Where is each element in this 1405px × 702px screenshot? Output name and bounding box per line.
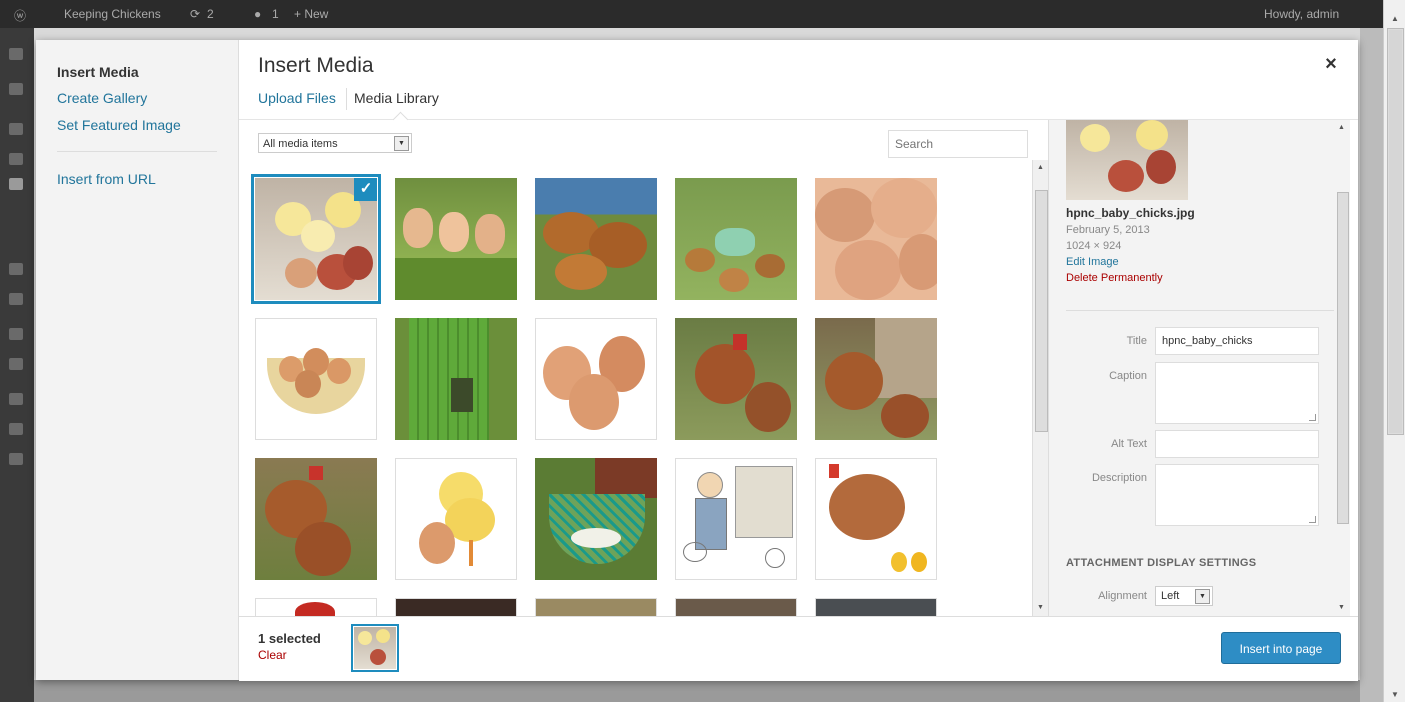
menu-separator (57, 151, 217, 152)
page-scrollbar[interactable]: ▲ ▼ (1383, 0, 1405, 702)
media-filter-value: All media items (263, 138, 338, 150)
attachment-date: February 5, 2013 (1066, 224, 1150, 236)
attachment-thumbnail[interactable] (395, 318, 517, 440)
details-divider (1066, 310, 1336, 311)
attachment-thumbnail[interactable] (255, 318, 377, 440)
attachment-dimensions: 1024 × 924 (1066, 240, 1122, 252)
attachment-thumbnail[interactable] (675, 458, 797, 580)
attachment-thumbnail[interactable] (395, 458, 517, 580)
attachment-thumbnail[interactable] (255, 458, 377, 580)
menu-item-set-featured-image[interactable]: Set Featured Image (57, 117, 181, 133)
attachment-thumbnail[interactable] (815, 178, 937, 300)
tab-upload-files[interactable]: Upload Files (258, 90, 336, 106)
admin-backdrop-right (1360, 28, 1383, 702)
comments-count[interactable]: 1 (272, 7, 279, 21)
close-icon[interactable]: × (1319, 50, 1343, 78)
attachment-thumbnail[interactable] (675, 598, 797, 616)
attachment-thumbnail[interactable] (535, 178, 657, 300)
alignment-label: Alignment (1098, 590, 1147, 602)
title-label: Title (1126, 335, 1147, 347)
delete-permanently-link[interactable]: Delete Permanently (1066, 272, 1163, 284)
menu-item-insert-from-url[interactable]: Insert from URL (57, 171, 156, 187)
menu-item-create-gallery[interactable]: Create Gallery (57, 90, 147, 106)
site-name-link[interactable]: Keeping Chickens (64, 7, 161, 21)
media-filter-select[interactable]: All media items ▼ (258, 133, 412, 153)
attachment-details-panel: hpnc_baby_chicks.jpg February 5, 2013 10… (1048, 120, 1349, 616)
chevron-down-icon: ▼ (1195, 589, 1210, 604)
attachment-thumbnail[interactable] (395, 178, 517, 300)
attachment-thumbnail[interactable]: ✓ (255, 178, 377, 300)
clear-selection-link[interactable]: Clear (258, 648, 287, 662)
attachment-thumbnail[interactable] (395, 598, 517, 616)
media-modal: Insert Media Create Gallery Set Featured… (36, 40, 1358, 681)
search-input[interactable] (888, 130, 1028, 158)
updates-icon[interactable]: ⟳ (190, 7, 200, 21)
media-toolbar: 1 selected Clear Insert into page (239, 616, 1358, 681)
description-label: Description (1091, 472, 1147, 484)
attachment-thumbnail[interactable] (815, 458, 937, 580)
caption-field[interactable] (1155, 362, 1319, 424)
edit-image-link[interactable]: Edit Image (1066, 256, 1119, 268)
attachment-thumbnail[interactable] (675, 178, 797, 300)
selection-count: 1 selected (258, 631, 321, 646)
attachment-thumbnail[interactable] (815, 318, 937, 440)
attachment-thumbnail[interactable] (535, 458, 657, 580)
tab-media-library[interactable]: Media Library (354, 90, 439, 106)
wordpress-logo-icon[interactable]: ⓦ (14, 7, 26, 24)
attachment-thumbnail[interactable] (255, 598, 377, 616)
modal-title: Insert Media (258, 54, 374, 77)
details-scrollbar[interactable]: ▲ ▼ (1334, 120, 1350, 616)
alignment-select[interactable]: Left ▼ (1155, 586, 1213, 606)
attachment-thumbnail[interactable] (675, 318, 797, 440)
selected-attachment-thumbnail[interactable] (354, 627, 396, 669)
display-settings-heading: ATTACHMENT DISPLAY SETTINGS (1066, 557, 1257, 569)
active-tab-caret (392, 111, 409, 128)
attachments-grid: ✓ (239, 160, 1032, 616)
alignment-value: Left (1161, 590, 1180, 602)
insert-into-page-button[interactable]: Insert into page (1221, 632, 1341, 664)
description-field[interactable] (1155, 464, 1319, 526)
caption-label: Caption (1109, 370, 1147, 382)
comments-icon[interactable]: ● (254, 7, 261, 21)
grid-scrollbar[interactable]: ▲ ▼ (1032, 160, 1049, 616)
attachment-thumbnail[interactable] (535, 598, 657, 616)
checkmark-icon[interactable]: ✓ (354, 178, 377, 201)
title-field[interactable] (1155, 327, 1319, 355)
attachment-thumbnail[interactable] (535, 318, 657, 440)
chevron-down-icon: ▼ (394, 136, 409, 151)
attachment-preview-image (1066, 120, 1188, 200)
media-menu: Insert Media Create Gallery Set Featured… (36, 40, 239, 680)
admin-sidebar-backdrop (0, 28, 34, 702)
tab-separator (346, 88, 347, 110)
attachment-filename: hpnc_baby_chicks.jpg (1066, 206, 1195, 220)
alt-text-field[interactable] (1155, 430, 1319, 458)
alt-text-label: Alt Text (1111, 438, 1147, 450)
howdy-link[interactable]: Howdy, admin (1264, 7, 1339, 21)
menu-item-insert-media[interactable]: Insert Media (57, 64, 139, 80)
updates-count[interactable]: 2 (207, 7, 214, 21)
admin-backdrop-bottom (34, 680, 1360, 702)
new-content-link[interactable]: + New (294, 7, 328, 21)
attachment-thumbnail[interactable] (815, 598, 937, 616)
admin-bar: ⓦ Keeping Chickens ⟳ 2 ● 1 + New Howdy, … (0, 0, 1383, 28)
